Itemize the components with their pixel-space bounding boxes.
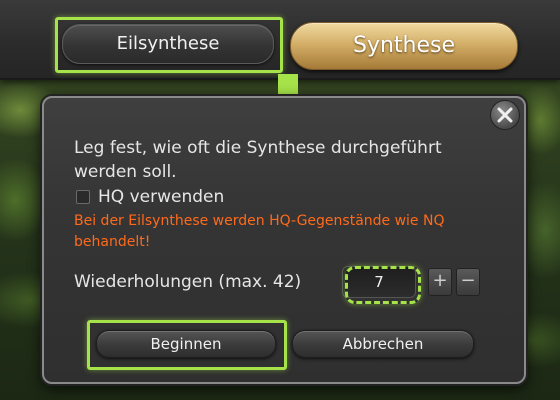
close-x-icon[interactable] [490, 100, 520, 130]
highlight-repetitions-input [345, 266, 421, 304]
synthesis-button[interactable]: Synthese [290, 22, 518, 70]
begin-button[interactable]: Beginnen [96, 330, 276, 358]
quick-synthesis-button[interactable]: Eilsynthese [62, 24, 274, 64]
hq-checkbox[interactable] [76, 190, 90, 204]
increment-button[interactable]: + [428, 268, 452, 296]
decrement-button[interactable]: − [456, 268, 480, 296]
hq-label[interactable]: HQ verwenden [98, 185, 224, 209]
dialog-description: Leg fest, wie oft die Synthese durchgefü… [74, 138, 442, 182]
cancel-button[interactable]: Abbrechen [292, 330, 474, 358]
repetitions-label: Wiederholungen (max. 42) [74, 272, 302, 292]
hq-warning-text: Bei der Eilsynthese werden HQ-Gegenständ… [74, 213, 445, 250]
